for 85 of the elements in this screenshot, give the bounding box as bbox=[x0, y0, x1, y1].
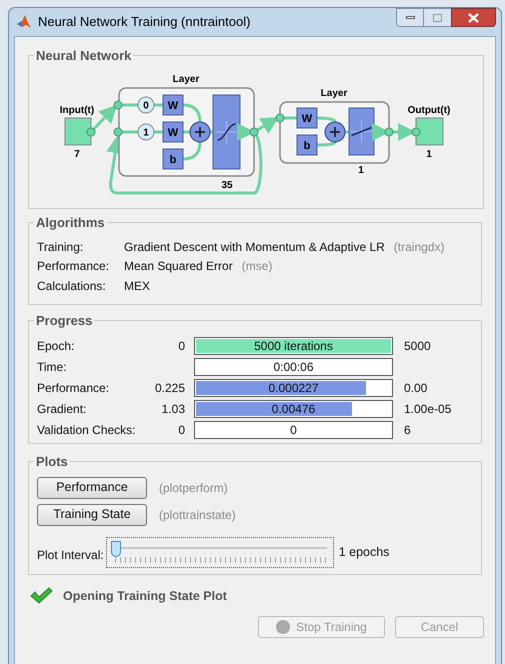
weight-box bbox=[162, 121, 184, 142]
output-node bbox=[416, 117, 444, 145]
close-icon bbox=[468, 12, 479, 22]
sum-icon bbox=[324, 121, 346, 142]
connection-dot bbox=[250, 127, 258, 136]
layer-title: Layer bbox=[320, 88, 348, 98]
section-title: Neural Network bbox=[35, 47, 132, 65]
algorithm-label: Calculations: bbox=[37, 278, 107, 295]
plot-button[interactable]: Training State bbox=[37, 504, 147, 526]
connection-line bbox=[316, 116, 336, 122]
algorithm-label: Performance: bbox=[37, 258, 110, 276]
minimize-button[interactable] bbox=[396, 8, 424, 27]
progress-value: 0 bbox=[289, 422, 298, 438]
input-node bbox=[64, 117, 92, 145]
plot-function-hint: (plotperform) bbox=[159, 480, 228, 496]
weight-label: W bbox=[168, 100, 178, 112]
stop-icon bbox=[276, 620, 290, 634]
algorithm-value: MEX bbox=[124, 278, 150, 295]
layer-size: 1 bbox=[358, 164, 364, 176]
progress-start-value: 0 bbox=[178, 338, 185, 354]
progress-value: 0:00:06 bbox=[272, 358, 315, 374]
window-title: Neural Network Training (nntraintool) bbox=[38, 13, 250, 32]
bias-box bbox=[296, 134, 318, 155]
bias-box bbox=[162, 148, 184, 169]
progress-end-value: 6 bbox=[404, 422, 411, 438]
output-label: Output(t) bbox=[408, 104, 450, 116]
app-logo-icon bbox=[16, 14, 32, 30]
progress-end-value: 0.00 bbox=[404, 380, 428, 396]
weight-label: W bbox=[302, 112, 312, 124]
algorithm-hint: (traingdx) bbox=[394, 238, 444, 256]
progress-start-value: 1.03 bbox=[162, 400, 185, 418]
input-label: Input(t) bbox=[60, 104, 94, 116]
close-button[interactable] bbox=[451, 8, 496, 27]
weight-box bbox=[162, 94, 184, 115]
connection-line bbox=[182, 103, 202, 122]
plot-function-hint: (plottrainstate) bbox=[159, 506, 236, 524]
algorithm-value: Mean Squared Error bbox=[124, 258, 233, 276]
algorithm-value: Gradient Descent with Momentum & Adaptive LR bbox=[124, 238, 385, 256]
delay-circle bbox=[138, 123, 154, 140]
progress-start-value: 0.225 bbox=[154, 380, 185, 396]
section-title: Plots bbox=[35, 453, 69, 471]
algorithm-hint: (mse) bbox=[242, 258, 272, 276]
plot-button[interactable]: Performance bbox=[37, 476, 147, 498]
progress-label: Time: bbox=[37, 358, 68, 376]
maximize-button[interactable] bbox=[424, 8, 451, 27]
section-title: Algorithms bbox=[35, 214, 106, 232]
plot-interval-reading: 1 epochs bbox=[338, 544, 390, 561]
connection-dot bbox=[114, 127, 122, 136]
algorithm-label: Training: bbox=[37, 238, 84, 256]
connection-dot bbox=[384, 127, 394, 136]
input-size: 7 bbox=[74, 148, 80, 160]
transfer-function-icon bbox=[348, 107, 374, 155]
connection-dot bbox=[412, 127, 420, 136]
layer-size: 35 bbox=[221, 180, 233, 190]
maximize-icon bbox=[433, 14, 442, 22]
progress-end-value: 1.00e-05 bbox=[404, 400, 452, 418]
progress-label: Gradient: bbox=[37, 400, 88, 418]
layer-title: Layer bbox=[172, 74, 200, 84]
delay-label: 1 bbox=[143, 127, 149, 138]
progress-value: 0.000227 bbox=[267, 380, 320, 396]
delay-label: 0 bbox=[143, 100, 149, 111]
bias-label: b bbox=[304, 140, 310, 152]
bias-label: b bbox=[170, 154, 176, 166]
plot-interval-slider[interactable] bbox=[106, 536, 334, 568]
sum-icon bbox=[190, 121, 210, 142]
progress-start-value: 0 bbox=[178, 422, 185, 438]
connection-dot bbox=[276, 113, 284, 122]
progress-value: 0.00476 bbox=[270, 400, 316, 416]
transfer-function-icon bbox=[212, 94, 240, 169]
progress-label: Epoch: bbox=[37, 338, 76, 354]
minimize-icon bbox=[406, 16, 414, 19]
progress-label: Performance: bbox=[37, 380, 110, 396]
delay-circle bbox=[138, 96, 154, 113]
plot-interval-label: Plot Interval: bbox=[37, 547, 104, 564]
weight-label: W bbox=[168, 126, 178, 138]
slider-thumb[interactable] bbox=[110, 540, 121, 556]
connection-dot bbox=[114, 100, 122, 109]
progress-value: 5000 iterations bbox=[253, 338, 334, 354]
connection-line bbox=[316, 140, 336, 146]
status-message: Opening Training State Plot bbox=[63, 588, 227, 605]
output-size: 1 bbox=[426, 148, 432, 160]
progress-label: Validation Checks: bbox=[37, 422, 136, 438]
weight-box bbox=[296, 107, 318, 128]
progress-end-value: 5000 bbox=[404, 338, 431, 354]
section-title: Progress bbox=[35, 312, 94, 330]
